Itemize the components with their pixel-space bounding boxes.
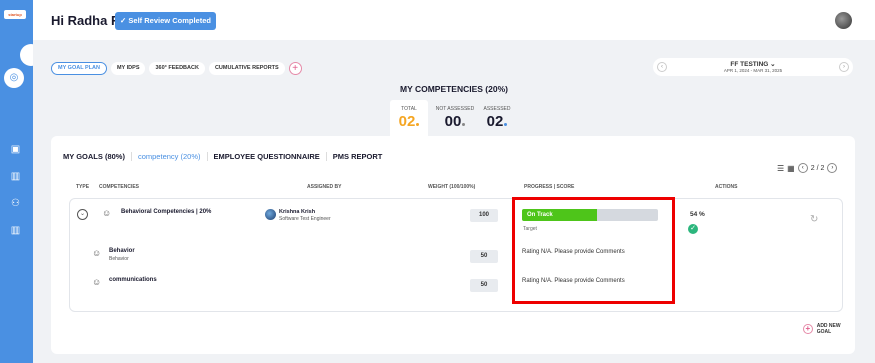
cycle-selector[interactable]: ‹ FF TESTING ⌄ APR 1, 2024 - MAR 31, 202… [653,58,853,76]
weight-value: 100 [470,209,498,222]
goals-nav-icon[interactable]: ◎ [4,68,24,88]
grid-view-icon[interactable]: ▦ [787,164,795,173]
stat-total-label: TOTAL [401,106,417,112]
child-weight: 50 [470,279,498,292]
col-competencies: COMPETENCIES [99,184,140,190]
stat-not-assessed[interactable]: NOT ASSESSED 00 [433,100,477,136]
tab-my-idps[interactable]: MY IDPS [110,61,146,75]
goals-card: MY GOALS (80%) competency (20%) EMPLOYEE… [51,136,855,354]
stat-total[interactable]: TOTAL 02 [390,100,428,136]
main-tabs: MY GOAL PLAN MY IDPS 360° FEEDBACK CUMUL… [51,61,302,75]
goal-tabs: MY GOALS (80%) competency (20%) EMPLOYEE… [63,152,388,161]
add-new-goal-button[interactable]: + ADD NEW GOAL [803,323,855,335]
top-header: Hi Radha R ✓ Self Review Completed [33,0,875,40]
stat-assessed-label: ASSESSED [483,106,511,112]
col-type: TYPE [76,184,90,190]
refresh-icon[interactable]: ↻ [810,214,818,225]
view-controls: ☰ ▦ ‹ 2 / 2 › [777,163,838,173]
self-review-completed-button[interactable]: ✓ Self Review Completed [115,12,216,30]
user-avatar[interactable] [835,12,852,29]
highlight-box [512,197,675,304]
child-type-icon: ☺ [92,277,102,287]
prev-cycle-icon[interactable]: ‹ [657,62,667,72]
child-weight: 50 [470,250,498,263]
next-cycle-icon[interactable]: › [839,62,849,72]
col-weight: WEIGHT (100/100%) [428,184,476,190]
greeting: Hi Radha R [51,13,121,28]
assignee-role: Software Test Engineer [279,216,331,222]
competency-type-icon: ☺ [102,208,112,218]
col-actions: ACTIONS [715,184,738,190]
col-assigned-by: ASSIGNED BY [307,184,342,190]
expand-row-icon[interactable]: ⌄ [77,209,88,220]
stat-assessed[interactable]: ASSESSED 02 [481,100,513,136]
child-sub: Behavior [109,256,129,262]
list-view-icon[interactable]: ☰ [777,164,784,173]
prev-page-icon[interactable]: ‹ [797,163,808,173]
child-name: Behavior [109,248,135,254]
score-percent: 54 % [690,211,705,218]
left-nav-rail: startup ◎ ▣ ▥ ⚇ ▥ [0,0,42,363]
stat-total-value: 02 [390,113,428,130]
next-page-icon[interactable]: › [827,163,838,173]
cycle-name: FF TESTING ⌄ [730,61,776,68]
tab-my-goals[interactable]: MY GOALS (80%) [63,152,132,161]
add-goal-label: ADD NEW GOAL [816,323,841,335]
home-nav-icon[interactable]: ▣ [10,144,21,155]
company-logo: startup [4,10,26,19]
assignee-name: Krishna Krish [279,209,316,215]
competencies-title: MY COMPETENCIES (20%) [399,84,508,94]
self-review-label: Self Review Completed [128,16,211,25]
stat-not-assessed-value: 00 [433,113,477,130]
tab-cumulative-reports[interactable]: CUMULATIVE REPORTS [208,61,285,75]
child-name: communications [109,277,157,283]
main-area: Hi Radha R ✓ Self Review Completed MY GO… [33,0,875,363]
stat-assessed-value: 02 [481,113,513,130]
check-circle-icon: ✓ [688,224,698,234]
book-nav-icon-2[interactable]: ▥ [10,225,21,236]
competency-table [69,198,843,312]
users-nav-icon[interactable]: ⚇ [10,198,21,209]
tab-employee-questionnaire[interactable]: EMPLOYEE QUESTIONNAIRE [208,152,327,161]
tab-my-goal-plan[interactable]: MY GOAL PLAN [51,61,107,75]
book-nav-icon[interactable]: ▥ [10,171,21,182]
competency-name: Behavioral Competencies | 20% [121,209,212,215]
tab-360-feedback[interactable]: 360° FEEDBACK [149,61,205,75]
pager-text: 2 / 2 [810,164,825,172]
tab-pms-report[interactable]: PMS REPORT [327,152,389,161]
assignee-avatar [265,209,276,220]
cycle-dates: APR 1, 2024 - MAR 31, 2025 [723,68,783,73]
tab-competency[interactable]: competency (20%) [132,152,208,161]
child-type-icon: ☺ [92,248,102,258]
col-progress: PROGRESS | SCORE [524,184,575,190]
stat-not-assessed-label: NOT ASSESSED [435,106,475,112]
add-tab-plus-icon[interactable]: + [288,61,302,75]
plus-icon: + [803,324,813,334]
